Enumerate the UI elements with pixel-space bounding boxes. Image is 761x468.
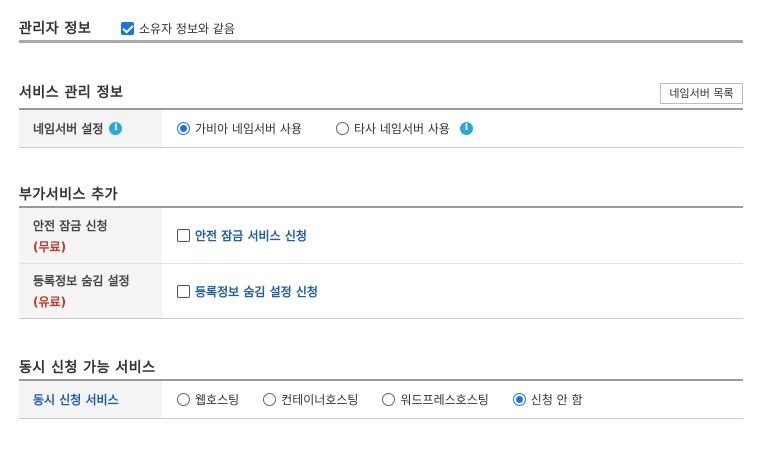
concurrent-option-webhosting[interactable]: 웹호스팅 [177,391,239,408]
addon-row-safe-lock: 안전 잠금 신청 (무료) 안전 잠금 서비스 신청 [19,208,743,264]
nameserver-option-gabia[interactable]: 가비아 네임서버 사용 [177,120,302,137]
concurrent-row: 동시 신청 서비스 웹호스팅 컨테이너호스팅 워드프레스호스팅 신청 안 함 [19,381,743,418]
addon-row-privacy: 등록정보 숨김 설정 (유료) 등록정보 숨김 설정 신청 [19,264,743,318]
nameserver-gabia-label: 가비아 네임서버 사용 [195,122,302,136]
addon-label: 등록정보 숨김 설정 [33,274,130,288]
container-hosting-label: 컨테이너호스팅 [281,393,359,407]
webhosting-label: 웹호스팅 [195,393,240,407]
addon-header: 등록정보 숨김 설정 (유료) [19,264,162,318]
nameserver-other-radio[interactable] [336,122,349,135]
concurrent-table: 동시 신청 서비스 웹호스팅 컨테이너호스팅 워드프레스호스팅 신청 안 함 [19,379,743,419]
concurrent-options: 웹호스팅 컨테이너호스팅 워드프레스호스팅 신청 안 함 [162,381,743,418]
addon-section-title: 부가서비스 추가 [19,187,119,203]
addon-price-note: (유료) [33,295,67,309]
same-as-owner-option[interactable]: 소유자 정보와 같음 [121,20,235,37]
addon-label: 안전 잠금 신청 [33,218,108,233]
safe-lock-checkbox[interactable] [177,229,190,242]
nameserver-list-button[interactable]: 네임서버 목록 [660,83,743,104]
same-as-owner-checkbox[interactable] [121,22,134,35]
concurrent-option-wordpress[interactable]: 워드프레스호스팅 [382,391,489,408]
concurrent-option-container[interactable]: 컨테이너호스팅 [263,391,358,408]
info-icon[interactable]: i [109,122,123,135]
same-as-owner-label: 소유자 정보와 같음 [139,22,235,36]
admin-section-title: 관리자 정보 [19,21,92,37]
nameserver-setting-options: 가비아 네임서버 사용 타사 네임서버 사용 i [162,110,743,147]
concurrent-section-title: 동시 신청 가능 서비스 [19,360,156,376]
addon-price-note: (무료) [33,239,67,254]
info-icon[interactable]: i [459,122,473,135]
service-section-title: 서비스 관리 정보 [19,85,124,101]
addon-cell: 등록정보 숨김 설정 신청 [162,264,743,318]
nameserver-setting-label: 네임서버 설정 [33,122,104,136]
addon-cell: 안전 잠금 서비스 신청 [162,208,743,263]
concurrent-option-none[interactable]: 신청 안 함 [512,391,583,408]
no-application-radio[interactable] [512,393,526,406]
nameserver-gabia-radio[interactable] [177,122,190,135]
no-application-label: 신청 안 함 [530,393,583,407]
nameserver-setting-header: 네임서버 설정 i [19,110,162,147]
service-table: 네임서버 설정 i 가비아 네임서버 사용 타사 네임서버 사용 i [19,108,743,148]
privacy-protection-label[interactable]: 등록정보 숨김 설정 신청 [195,283,318,300]
webhosting-radio[interactable] [177,393,190,406]
nameserver-option-other[interactable]: 타사 네임서버 사용 [336,120,450,137]
wordpress-hosting-label: 워드프레스호스팅 [400,393,489,407]
concurrent-header: 동시 신청 서비스 [19,381,162,418]
privacy-protection-checkbox[interactable] [177,284,190,298]
addon-header: 안전 잠금 신청 (무료) [19,208,162,263]
nameserver-other-label: 타사 네임서버 사용 [354,122,450,136]
addon-table: 안전 잠금 신청 (무료) 안전 잠금 서비스 신청 등록정보 숨김 설정 (유… [19,206,743,319]
admin-section-divider [19,40,743,43]
nameserver-setting-row: 네임서버 설정 i 가비아 네임서버 사용 타사 네임서버 사용 i [19,110,743,147]
container-hosting-radio[interactable] [263,393,277,406]
safe-lock-label[interactable]: 안전 잠금 서비스 신청 [195,227,307,244]
wordpress-hosting-radio[interactable] [382,393,396,406]
concurrent-label: 동시 신청 서비스 [33,393,119,407]
